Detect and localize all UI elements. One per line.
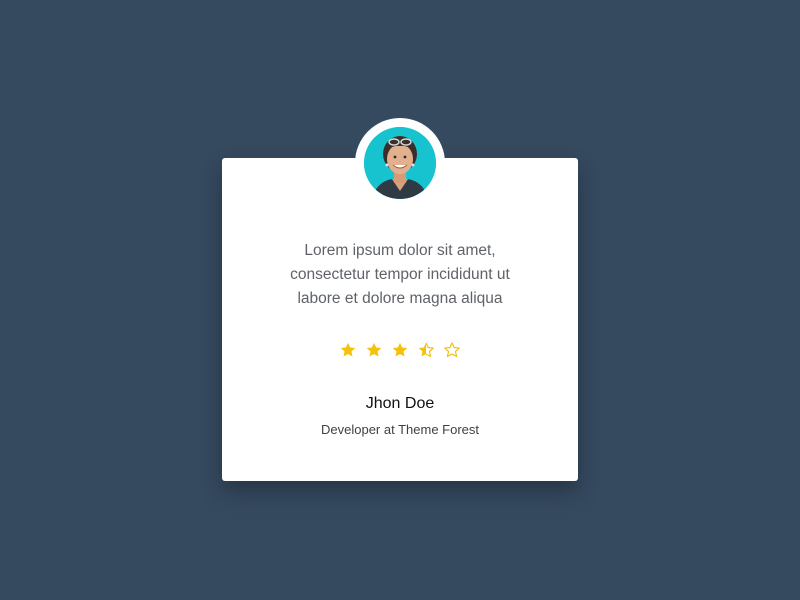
avatar — [364, 127, 436, 199]
quote-line: Lorem ipsum dolor sit amet, — [304, 242, 496, 259]
star-filled-icon — [340, 342, 356, 357]
star-outline-icon — [444, 342, 460, 358]
quote-line: labore et dolore magna aliqua — [297, 290, 503, 307]
quote-line: consectetur tempor incididunt ut — [290, 266, 510, 283]
testimonial-quote: Lorem ipsum dolor sit amet, consectetur … — [222, 239, 578, 311]
star-rating — [339, 341, 463, 359]
star-half-icon — [418, 342, 434, 358]
avatar-ring — [355, 118, 445, 208]
star-filled-icon — [366, 342, 382, 357]
reviewer-name: Jhon Doe — [365, 395, 435, 412]
star-filled-icon — [392, 342, 408, 357]
person-photo-icon — [364, 127, 436, 199]
reviewer-role: Developer at Theme Forest — [321, 422, 479, 437]
